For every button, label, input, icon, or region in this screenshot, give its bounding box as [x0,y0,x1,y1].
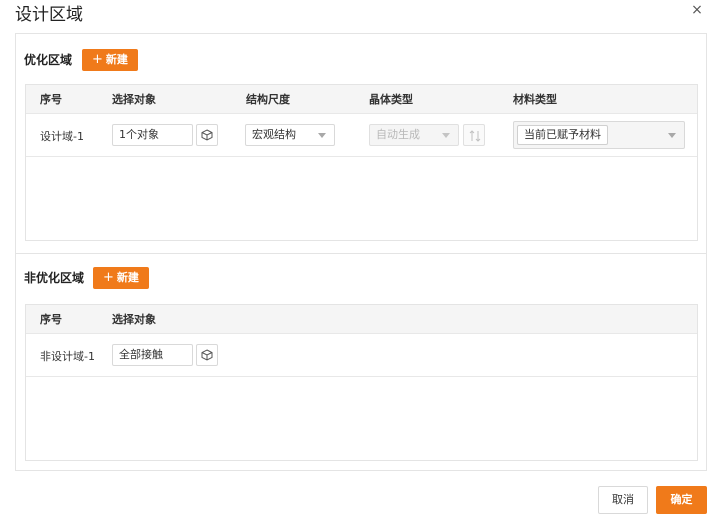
col-target: 选择对象 [112,313,156,326]
col-crystal: 晶体类型 [369,93,413,106]
non-optimized-new-button[interactable]: + 新建 [93,267,149,289]
new-button-label: 新建 [105,53,128,66]
col-scale: 结构尺度 [246,93,290,106]
chevron-down-icon [318,133,326,138]
optimized-table: 序号 选择对象 结构尺度 晶体类型 材料类型 设计域-1 1个对象 宏观结构 自… [25,84,698,241]
swap-icon [463,124,485,146]
row-index: 非设计域-1 [40,350,95,363]
non-optimized-table: 序号 选择对象 非设计域-1 全部接触 [25,304,698,461]
col-material: 材料类型 [513,93,557,106]
close-icon[interactable]: × [689,2,705,18]
crystal-select: 自动生成 [369,124,459,146]
confirm-button[interactable]: 确定 [656,486,707,514]
material-tag: 当前已赋予材料 [517,125,608,145]
target-input[interactable]: 全部接触 [112,344,193,366]
new-button-label: 新建 [116,271,139,284]
non-optimized-region-label: 非优化区域 [24,271,85,285]
chevron-down-icon [442,133,450,138]
cube-icon[interactable] [196,344,218,366]
material-select[interactable]: 当前已赋予材料 [513,121,685,149]
optimized-region-label: 优化区域 [24,53,73,67]
row-index: 设计域-1 [40,130,84,143]
cancel-button[interactable]: 取消 [598,486,648,514]
target-input[interactable]: 1个对象 [112,124,193,146]
optimized-new-button[interactable]: + 新建 [82,49,138,71]
col-index: 序号 [40,93,62,106]
col-target: 选择对象 [112,93,156,106]
optimized-table-header: 序号 选择对象 结构尺度 晶体类型 材料类型 [26,85,697,114]
cube-icon[interactable] [196,124,218,146]
scale-select-value: 宏观结构 [252,128,296,141]
dialog-title: 设计区域 [15,5,83,25]
table-row: 非设计域-1 全部接触 [26,334,697,377]
scale-select[interactable]: 宏观结构 [245,124,335,146]
chevron-down-icon [668,133,676,138]
non-optimized-region-panel: 非优化区域 + 新建 序号 选择对象 非设计域-1 全部接触 [15,253,707,471]
plus-icon: + [92,52,103,67]
crystal-select-value: 自动生成 [376,128,420,141]
non-optimized-table-header: 序号 选择对象 [26,305,697,334]
optimized-region-panel: 优化区域 + 新建 序号 选择对象 结构尺度 晶体类型 材料类型 设计域-1 1个… [15,33,707,253]
table-row: 设计域-1 1个对象 宏观结构 自动生成 当前已赋予材料 [26,114,697,157]
col-index: 序号 [40,313,62,326]
plus-icon: + [103,270,114,285]
